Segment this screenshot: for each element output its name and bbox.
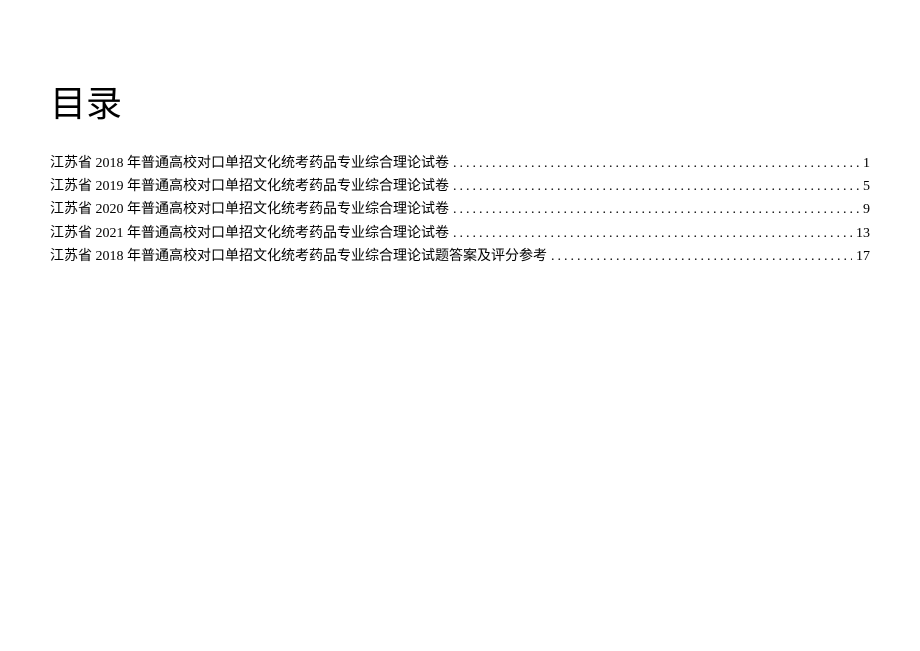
toc-entry[interactable]: 江苏省 2018 年普通高校对口单招文化统考药品专业综合理论试卷 1 [50, 155, 870, 173]
toc-entry-title: 江苏省 2019 年普通高校对口单招文化统考药品专业综合理论试卷 [50, 178, 449, 196]
toc-entry[interactable]: 江苏省 2018 年普通高校对口单招文化统考药品专业综合理论试题答案及评分参考 … [50, 248, 870, 266]
toc-entry-page: 9 [863, 201, 870, 219]
toc-entry-title: 江苏省 2018 年普通高校对口单招文化统考药品专业综合理论试卷 [50, 155, 449, 173]
toc-entry-title: 江苏省 2021 年普通高校对口单招文化统考药品专业综合理论试卷 [50, 225, 449, 243]
toc-dots [453, 225, 852, 243]
toc-entry[interactable]: 江苏省 2020 年普通高校对口单招文化统考药品专业综合理论试卷 9 [50, 201, 870, 219]
toc-entry-page: 17 [856, 248, 870, 266]
toc-entry-page: 13 [856, 225, 870, 243]
toc-dots [551, 248, 852, 266]
toc-entry-page: 1 [863, 155, 870, 173]
toc-entry[interactable]: 江苏省 2019 年普通高校对口单招文化统考药品专业综合理论试卷 5 [50, 178, 870, 196]
table-of-contents: 江苏省 2018 年普通高校对口单招文化统考药品专业综合理论试卷 1 江苏省 2… [50, 155, 870, 266]
toc-dots [453, 155, 859, 173]
toc-entry-page: 5 [863, 178, 870, 196]
toc-entry-title: 江苏省 2020 年普通高校对口单招文化统考药品专业综合理论试卷 [50, 201, 449, 219]
toc-entry[interactable]: 江苏省 2021 年普通高校对口单招文化统考药品专业综合理论试卷 13 [50, 225, 870, 243]
toc-dots [453, 178, 859, 196]
toc-dots [453, 201, 859, 219]
toc-entry-title: 江苏省 2018 年普通高校对口单招文化统考药品专业综合理论试题答案及评分参考 [50, 248, 547, 266]
page-title: 目录 [50, 75, 870, 127]
